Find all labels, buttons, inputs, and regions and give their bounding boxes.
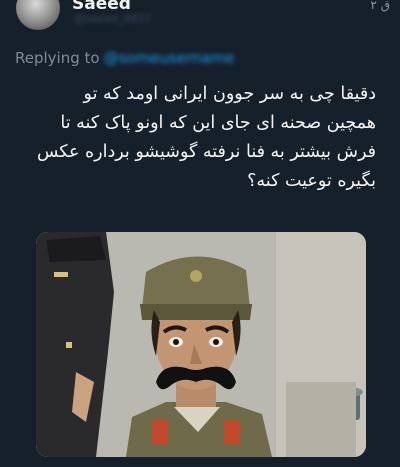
replying-label: Replying to xyxy=(15,49,100,67)
tweet-media-image[interactable] xyxy=(36,232,366,457)
replying-to-line: Replying to @someusername xyxy=(15,49,234,67)
user-handle[interactable]: @saeed_8837 xyxy=(74,12,151,25)
tweet-text-line: همچین صحنه ای جای این که اونو پاک کنه تا xyxy=(60,113,376,133)
media-photo-illustration xyxy=(36,232,366,457)
tweet-text: دقیقا چی به سر جوون ایرانی اومد که تو هم… xyxy=(16,80,376,196)
tweet-text-line: بگیره توعیت کنه؟ xyxy=(247,171,376,191)
tweet-text-line: دقیقا چی به سر جوون ایرانی اومد که تو xyxy=(83,84,376,104)
timestamp: ۲ ق xyxy=(370,0,390,12)
tweet-text-line: فرش بیشتر به فنا نرفته گوشیشو برداره عکس xyxy=(37,142,376,162)
avatar[interactable] xyxy=(16,0,60,30)
replying-mention-link[interactable]: @someusername xyxy=(104,49,235,67)
tweet-header: Saeed @saeed_8837 ۲ ق xyxy=(0,0,400,40)
